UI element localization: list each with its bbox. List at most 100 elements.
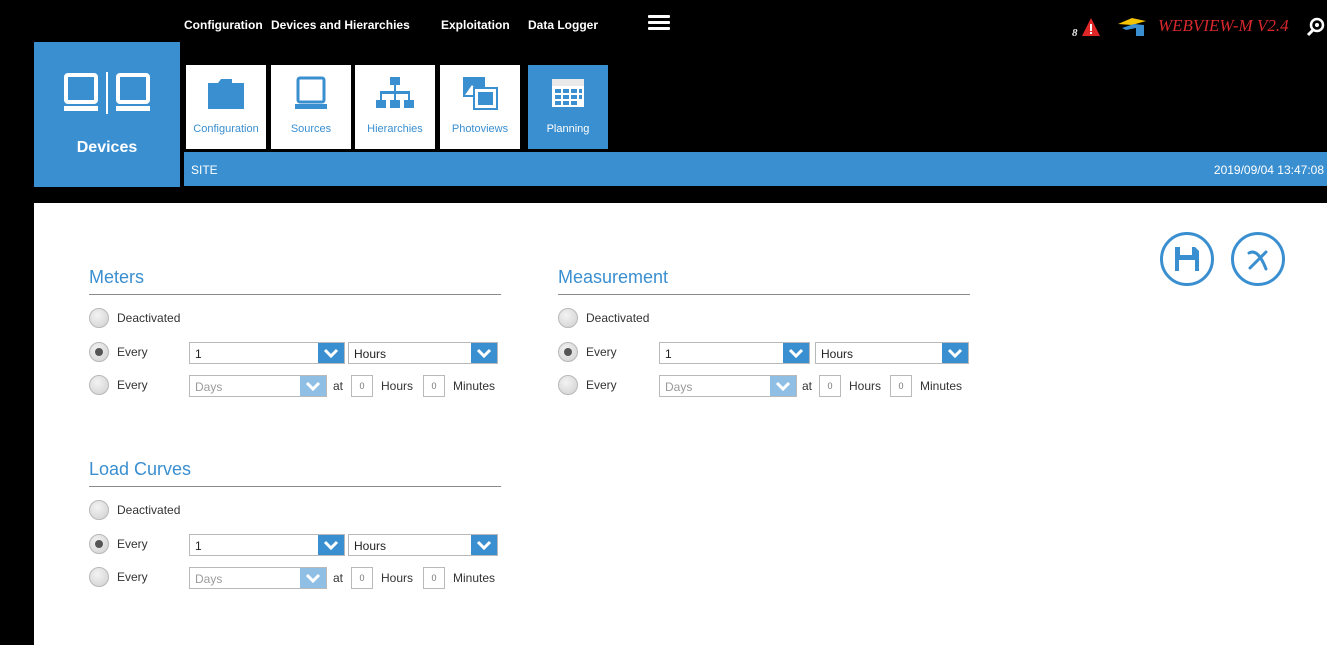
measurement-hours-input[interactable]: 0 xyxy=(819,375,841,397)
measurement-every-at-label: Every xyxy=(586,378,617,392)
alert-count: 8 xyxy=(1072,27,1078,39)
load-curves-title: Load Curves xyxy=(89,459,501,487)
meters-deactivated-radio[interactable] xyxy=(89,308,109,328)
monitor-icon xyxy=(295,76,327,109)
meters-deactivated-label: Deactivated xyxy=(117,311,181,325)
chevron-down-icon xyxy=(471,343,497,363)
meters-at-label: at xyxy=(333,379,344,393)
load-curves-every-at-label: Every xyxy=(117,570,148,584)
ribbon-sources-button[interactable]: Sources xyxy=(271,65,351,149)
ribbon-hierarchies-label: Hierarchies xyxy=(367,123,423,135)
app-title: WEBVIEW-M V2.4 xyxy=(1158,16,1289,35)
meters-days-select[interactable]: Days xyxy=(189,375,327,397)
load-curves-hours-label: Hours xyxy=(381,571,414,585)
load-curves-every-value-select[interactable]: 1 xyxy=(189,534,345,556)
load-curves-minutes-label: Minutes xyxy=(453,571,496,585)
load-curves-every-at-radio[interactable] xyxy=(89,567,109,587)
meters-every-at-label: Every xyxy=(117,378,148,392)
measurement-title: Measurement xyxy=(558,267,970,295)
ribbon-planning-button[interactable]: Planning xyxy=(528,65,608,149)
measurement-every-unit-select[interactable]: Hours xyxy=(815,342,969,364)
load-curves-deactivated-label: Deactivated xyxy=(117,503,181,517)
meters-section: Meters Deactivated Every 1 Hours Every D… xyxy=(89,267,501,397)
save-button[interactable] xyxy=(1160,232,1214,286)
load-curves-every-unit-select[interactable]: Hours xyxy=(348,534,498,556)
photo-icon xyxy=(463,77,498,110)
measurement-every-row: Every 1 Hours xyxy=(558,342,998,364)
save-icon xyxy=(1175,247,1199,271)
load-curves-minutes-input[interactable]: 0 xyxy=(423,567,445,589)
chevron-down-icon xyxy=(942,343,968,363)
measurement-every-at-radio[interactable] xyxy=(558,375,578,395)
measurement-at-label: at xyxy=(802,379,813,393)
load-curves-every-radio[interactable] xyxy=(89,534,109,554)
load-curves-deactivated-row: Deactivated xyxy=(89,500,529,522)
meters-every-value-select[interactable]: 1 xyxy=(189,342,345,364)
meters-deactivated-row: Deactivated xyxy=(89,308,529,330)
meters-every-radio[interactable] xyxy=(89,342,109,362)
group-configuration: Configuration xyxy=(184,18,263,32)
calendar-icon xyxy=(552,79,584,107)
tools-icon[interactable] xyxy=(1306,16,1326,36)
load-curves-hours-input[interactable]: 0 xyxy=(351,567,373,589)
devices-icon xyxy=(64,72,150,114)
meters-every-unit-select[interactable]: Hours xyxy=(348,342,498,364)
menu-icon[interactable] xyxy=(648,15,670,31)
measurement-hours-label: Hours xyxy=(849,379,882,393)
cancel-button[interactable] xyxy=(1231,232,1285,286)
chevron-down-icon xyxy=(318,535,344,555)
chevron-down-icon xyxy=(770,376,796,396)
measurement-minutes-label: Minutes xyxy=(920,379,963,393)
site-name: SITE xyxy=(191,163,218,177)
meters-title: Meters xyxy=(89,267,501,295)
brand-logo-icon xyxy=(1118,18,1146,36)
meters-every-label: Every xyxy=(117,345,148,359)
ribbon-photoviews-label: Photoviews xyxy=(451,123,509,135)
devices-label: Devices xyxy=(76,139,138,156)
meters-every-at-radio[interactable] xyxy=(89,375,109,395)
ribbon-photoviews-button[interactable]: Photoviews xyxy=(440,65,520,149)
meters-every-row: Every 1 Hours xyxy=(89,342,529,364)
load-curves-every-label: Every xyxy=(117,537,148,551)
chevron-down-icon xyxy=(783,343,809,363)
ribbon-hierarchies-button[interactable]: Hierarchies xyxy=(355,65,435,149)
load-curves-at-label: at xyxy=(333,571,344,585)
site-datetime: 2019/09/04 13:47:08 xyxy=(1213,163,1324,177)
meters-hours-label: Hours xyxy=(381,379,414,393)
meters-every-at-row: Every Days at 0 Hours 0 Minutes xyxy=(89,375,529,397)
chevron-down-icon xyxy=(300,568,326,588)
warning-icon[interactable] xyxy=(1081,17,1101,37)
chevron-down-icon xyxy=(318,343,344,363)
measurement-days-select[interactable]: Days xyxy=(659,375,797,397)
load-curves-every-at-row: Every Days at 0 Hours 0 Minutes xyxy=(89,567,529,589)
load-curves-every-row: Every 1 Hours xyxy=(89,534,529,556)
measurement-deactivated-row: Deactivated xyxy=(558,308,998,330)
measurement-every-label: Every xyxy=(586,345,617,359)
group-devices-and-hierarchies: Devices and Hierarchies xyxy=(271,18,410,32)
group-data-logger: Data Logger xyxy=(528,18,599,32)
ribbon-configuration-button[interactable]: Configuration xyxy=(186,65,266,149)
meters-minutes-label: Minutes xyxy=(453,379,496,393)
meters-hours-input[interactable]: 0 xyxy=(351,375,373,397)
measurement-minutes-input[interactable]: 0 xyxy=(890,375,912,397)
ribbon-planning-label: Planning xyxy=(546,123,590,135)
site-bar: SITE 2019/09/04 13:47:08 xyxy=(184,152,1327,186)
meters-minutes-input[interactable]: 0 xyxy=(423,375,445,397)
ribbon-sources-label: Sources xyxy=(290,123,332,135)
measurement-deactivated-radio[interactable] xyxy=(558,308,578,328)
measurement-every-value-select[interactable]: 1 xyxy=(659,342,810,364)
measurement-every-at-row: Every Days at 0 Hours 0 Minutes xyxy=(558,375,998,397)
measurement-section: Measurement Deactivated Every 1 Hours Ev… xyxy=(558,267,970,397)
chevron-down-icon xyxy=(300,376,326,396)
hierarchy-icon xyxy=(376,77,414,108)
load-curves-days-select[interactable]: Days xyxy=(189,567,327,589)
group-exploitation: Exploitation xyxy=(441,18,510,32)
folder-icon xyxy=(208,79,244,109)
ribbon-configuration-label: Configuration xyxy=(193,123,259,135)
planning-panel: Meters Deactivated Every 1 Hours Every D… xyxy=(34,203,1327,645)
measurement-every-radio[interactable] xyxy=(558,342,578,362)
chevron-down-icon xyxy=(471,535,497,555)
load-curves-section: Load Curves Deactivated Every 1 Hours Ev… xyxy=(89,459,501,589)
load-curves-deactivated-radio[interactable] xyxy=(89,500,109,520)
devices-tile[interactable]: Devices xyxy=(34,42,180,187)
